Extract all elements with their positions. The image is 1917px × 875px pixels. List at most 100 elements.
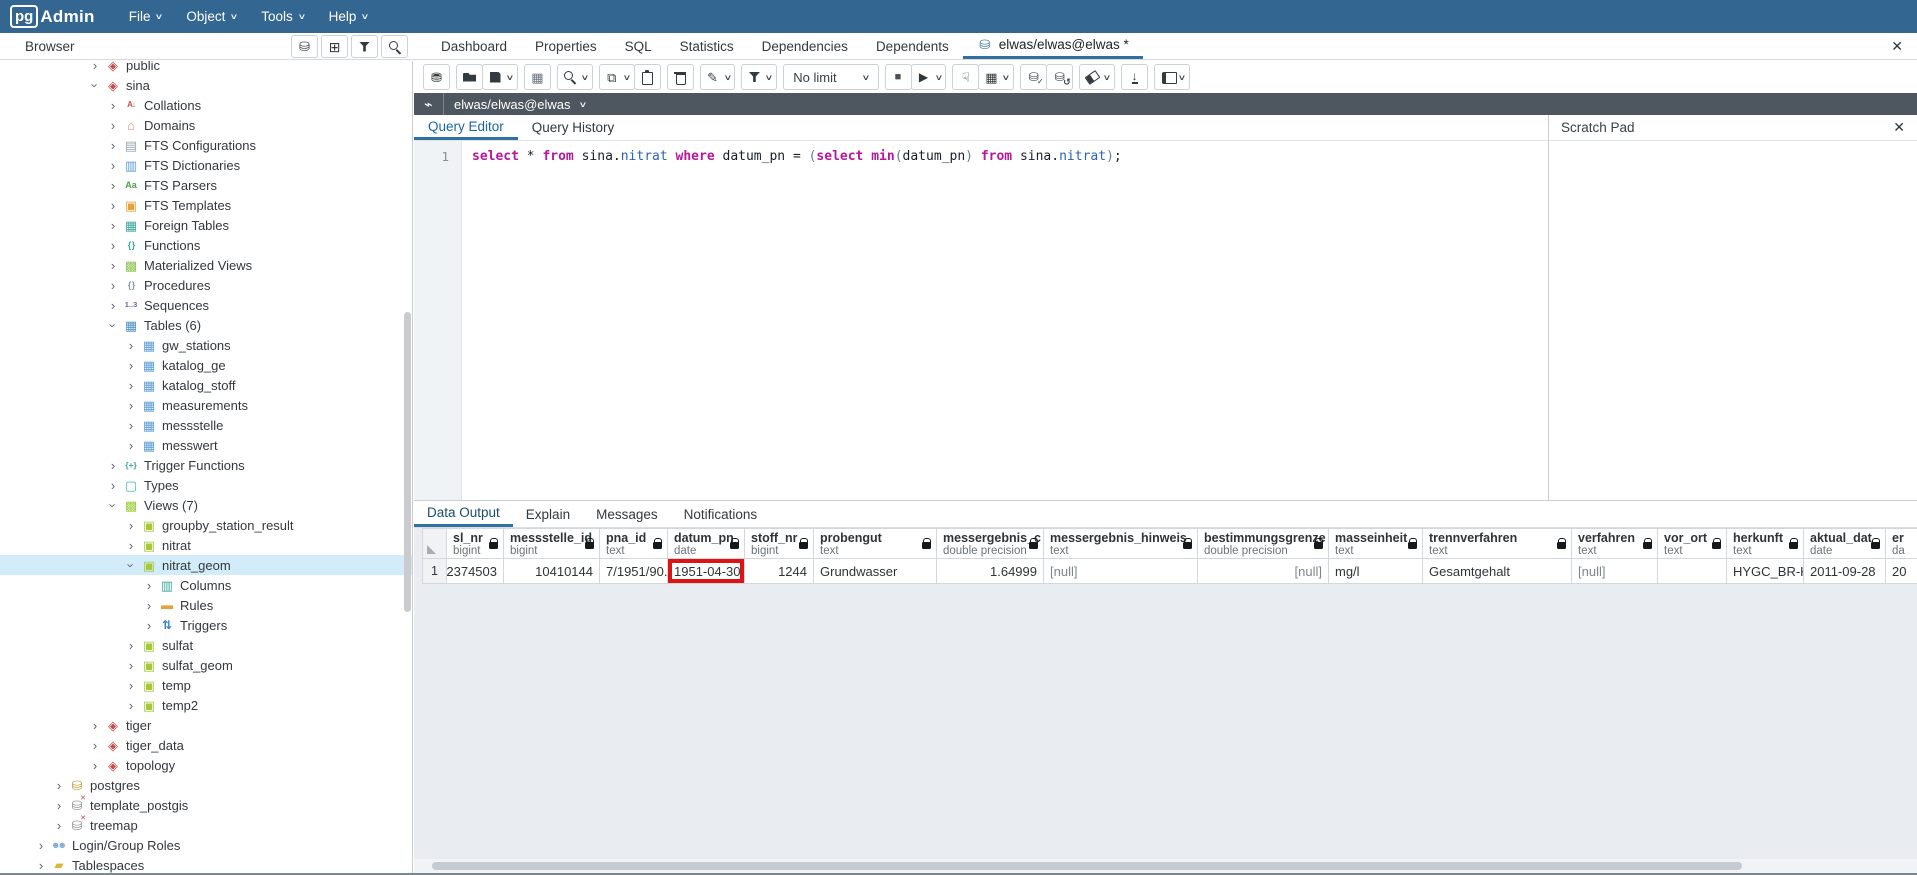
tree-item-triggers[interactable]: ›Triggers (0, 615, 412, 635)
tab-dashboard[interactable]: Dashboard (427, 33, 521, 59)
cell-aktual-dat[interactable]: 2011-09-28 (1803, 559, 1886, 584)
column-header-datum-pn[interactable]: datum_pndate (667, 528, 745, 559)
save-button[interactable]: ∨ (482, 64, 518, 90)
find-button[interactable]: ∨ (557, 64, 593, 90)
tree-item-procedures[interactable]: ›Procedures (0, 275, 412, 295)
tree-expand-icon[interactable]: › (108, 478, 118, 493)
tree-item-treemap[interactable]: ›treemap (0, 815, 412, 835)
tab-properties[interactable]: Properties (521, 33, 611, 59)
tree-item-fts-templates[interactable]: ›FTS Templates (0, 195, 412, 215)
column-header-bestimmungsgrenze[interactable]: bestimmungsgrenzedouble precision (1197, 528, 1329, 559)
cell-stoff-nr[interactable]: 1244 (744, 559, 814, 584)
tree-expand-icon[interactable]: › (106, 320, 121, 330)
tab-dependencies[interactable]: Dependencies (748, 33, 862, 59)
tree-item-gw-stations[interactable]: ›gw_stations (0, 335, 412, 355)
tree-item-messwert[interactable]: ›messwert (0, 435, 412, 455)
tree-item-fts-parsers[interactable]: ›FTS Parsers (0, 175, 412, 195)
trash-button[interactable] (667, 64, 694, 90)
tree-item-tiger[interactable]: ›tiger (0, 715, 412, 735)
tree-item-sulfat[interactable]: ›sulfat (0, 635, 412, 655)
menu-object[interactable]: Object∨ (174, 0, 249, 33)
tree-item-tables-6[interactable]: ›Tables (6) (0, 315, 412, 335)
cell-messstelle-id[interactable]: 10410144 (503, 559, 600, 584)
column-header-vor-ort[interactable]: vor_orttext (1657, 528, 1727, 559)
stop-button[interactable] (885, 64, 912, 90)
cell-messergebnis-hinweis[interactable]: [null] (1043, 559, 1198, 584)
tree-expand-icon[interactable]: › (54, 798, 64, 813)
tree-item-nitrat-geom[interactable]: ›nitrat_geom (0, 555, 412, 575)
paste-button[interactable] (634, 64, 661, 90)
column-header-sl-nr[interactable]: sl_nrbigint (446, 528, 504, 559)
column-header-er[interactable]: erda (1885, 528, 1917, 559)
panel-close-button[interactable]: ✕ (1891, 38, 1903, 55)
tab-query-history[interactable]: Query History (518, 115, 629, 140)
tab-explain[interactable]: Explain (513, 501, 583, 527)
tree-expand-icon[interactable]: › (108, 178, 118, 193)
tree-expand-icon[interactable]: › (90, 61, 100, 73)
tree-item-katalog-stoff[interactable]: ›katalog_stoff (0, 375, 412, 395)
tree-expand-icon[interactable]: › (144, 578, 154, 593)
tree-item-foreign-tables[interactable]: ›Foreign Tables (0, 215, 412, 235)
tab-query-editor[interactable]: Query Editor (414, 115, 518, 140)
column-header-masseinheit[interactable]: masseinheittext (1328, 528, 1423, 559)
tree-item-types[interactable]: ›Types (0, 475, 412, 495)
browser-search-button[interactable] (381, 35, 408, 58)
editgrid-button[interactable] (524, 64, 551, 90)
tree-expand-icon[interactable]: › (108, 98, 118, 113)
tree-expand-icon[interactable]: › (126, 538, 136, 553)
menu-file[interactable]: File∨ (117, 0, 175, 33)
column-header-messergebnis-c[interactable]: messergebnis_cdouble precision (936, 528, 1044, 559)
tree-item-tiger-data[interactable]: ›tiger_data (0, 735, 412, 755)
browser-filter-button[interactable] (351, 35, 378, 58)
tree-expand-icon[interactable]: › (108, 238, 118, 253)
column-header-aktual-dat[interactable]: aktual_datdate (1803, 528, 1886, 559)
tab-sql[interactable]: SQL (611, 33, 666, 59)
cell-trennverfahren[interactable]: Gesamtgehalt (1422, 559, 1572, 584)
tree-expand-icon[interactable]: › (126, 438, 136, 453)
tree-item-functions[interactable]: ›Functions (0, 235, 412, 255)
cell-vor-ort[interactable] (1657, 559, 1727, 584)
tree-expand-icon[interactable]: › (90, 758, 100, 773)
tree-expand-icon[interactable]: › (90, 718, 100, 733)
select-all-cell[interactable] (422, 528, 447, 559)
tree-item-columns[interactable]: ›Columns (0, 575, 412, 595)
column-header-probengut[interactable]: probenguttext (813, 528, 937, 559)
tree-expand-icon[interactable]: › (126, 418, 136, 433)
column-header-trennverfahren[interactable]: trennverfahrentext (1422, 528, 1572, 559)
macro-button[interactable]: ∨ (1154, 64, 1190, 90)
tree-expand-icon[interactable]: › (108, 298, 118, 313)
tree-item-fts-dictionaries[interactable]: ›FTS Dictionaries (0, 155, 412, 175)
tab-statistics[interactable]: Statistics (666, 33, 748, 59)
tree-item-temp[interactable]: ›temp (0, 675, 412, 695)
scripts-button[interactable] (423, 64, 450, 90)
tree-item-groupby-station-result[interactable]: ›groupby_station_result (0, 515, 412, 535)
column-header-messstelle-id[interactable]: messstelle_idbigint (503, 528, 600, 559)
download-button[interactable] (1121, 64, 1148, 90)
tree-expand-icon[interactable]: › (108, 138, 118, 153)
tree-item-postgres[interactable]: ›postgres (0, 775, 412, 795)
cell-bestimmungsgrenze[interactable]: [null] (1197, 559, 1329, 584)
tab-dependents[interactable]: Dependents (862, 33, 963, 59)
tree-expand-icon[interactable]: › (108, 118, 118, 133)
tree-item-public[interactable]: ›public (0, 61, 412, 75)
scratch-pad-input[interactable] (1549, 141, 1917, 499)
tree-expand-icon[interactable]: › (108, 458, 118, 473)
tree-expand-icon[interactable]: › (106, 500, 121, 510)
filter-button[interactable]: ∨ (741, 64, 777, 90)
cell-masseinheit[interactable]: mg/l (1328, 559, 1423, 584)
tree-expand-icon[interactable]: › (124, 560, 139, 570)
cell-probengut[interactable]: Grundwasser (813, 559, 937, 584)
column-header-verfahren[interactable]: verfahrentext (1571, 528, 1658, 559)
scrollbar-thumb[interactable] (432, 862, 1742, 870)
cell-er[interactable]: 20 (1885, 559, 1917, 584)
tree-expand-icon[interactable]: › (108, 278, 118, 293)
tree-expand-icon[interactable]: › (108, 258, 118, 273)
tree-item-materialized-views[interactable]: ›Materialized Views (0, 255, 412, 275)
hand-button[interactable] (952, 64, 979, 90)
tree-expand-icon[interactable]: › (144, 598, 154, 613)
row-number-cell[interactable]: 1 (422, 559, 447, 584)
rollback-button[interactable] (1046, 64, 1073, 90)
rtable-button[interactable]: ∨ (978, 64, 1014, 90)
tab-messages[interactable]: Messages (583, 501, 671, 527)
tree-expand-icon[interactable]: › (108, 218, 118, 233)
